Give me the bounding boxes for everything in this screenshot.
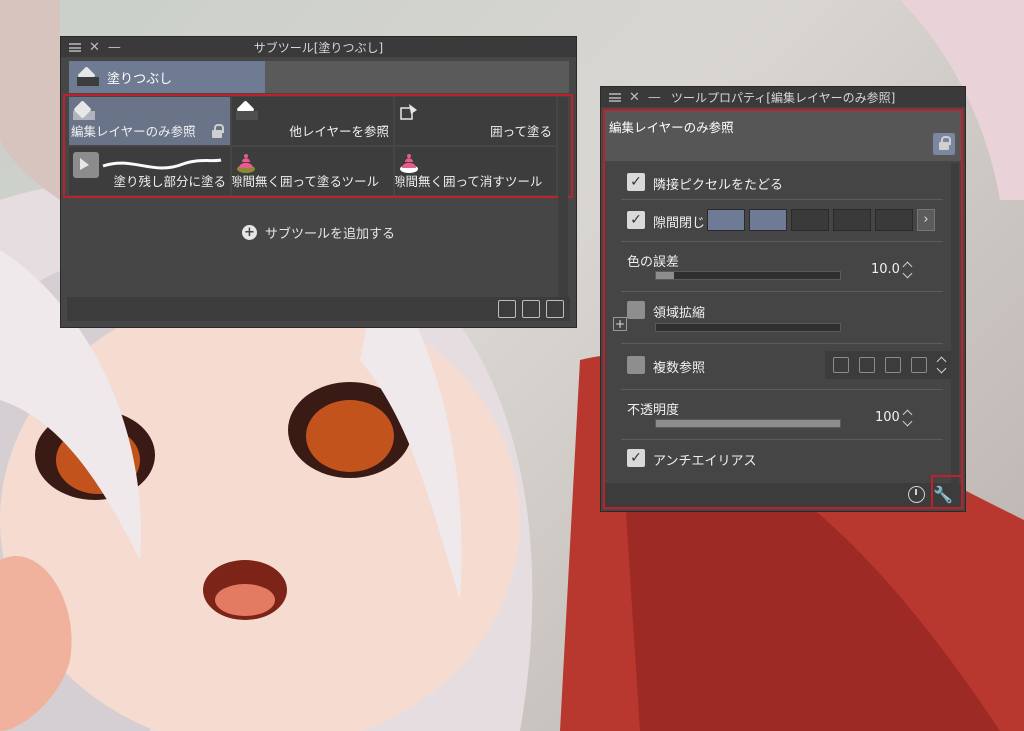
close-gap-level-3[interactable]	[791, 209, 829, 231]
subtool-item-fill-unpainted[interactable]: 塗り残し部分に塗る	[69, 147, 230, 195]
subtool-footer	[67, 297, 570, 321]
close-gap-label: 隙間閉じ	[653, 216, 706, 231]
expand-plus-icon[interactable]: +	[613, 317, 627, 331]
divider	[621, 343, 943, 344]
subtool-grid: 編集レイヤーのみ参照 他レイヤーを参照 囲って塗る 塗り残し部分に塗る 隙間無く…	[69, 97, 569, 197]
divider	[621, 439, 943, 440]
lock-icon	[939, 136, 951, 150]
spin-arrows-icon[interactable]	[937, 356, 947, 374]
reference-target-buttons	[825, 351, 957, 379]
selected-layers-icon[interactable]	[885, 357, 901, 373]
tool-property-title: ツールプロパティ[編集レイヤーのみ参照]	[671, 90, 896, 105]
subtool-panel: ✕ — サブツール[塗りつぶし] 塗りつぶし 編集レイヤーのみ参照 他レイヤーを…	[60, 36, 577, 328]
tool-property-scrollbar[interactable]	[951, 163, 959, 483]
tool-property-body: ✓ 隣接ピクセルをたどる ✓ 隙間閉じ › 色の誤差 10.0 + 領域拡縮 複…	[605, 163, 957, 483]
close-gap-row: ✓ 隙間閉じ ›	[627, 209, 939, 233]
subtool-titlebar[interactable]: ✕ — サブツール[塗りつぶし]	[61, 37, 576, 57]
menu-icon[interactable]	[69, 42, 81, 52]
minimize-icon[interactable]: —	[648, 90, 661, 105]
add-subtool-button[interactable]: + サブツールを追加する	[61, 223, 576, 242]
adjacent-pixels-checkbox[interactable]: ✓	[627, 173, 645, 191]
area-scaling-row: 領域拡縮	[627, 301, 939, 335]
area-scaling-slider[interactable]	[655, 323, 841, 332]
antialiasing-checkbox[interactable]: ✓	[627, 449, 645, 467]
opacity-value[interactable]: 100	[875, 410, 900, 425]
subtool-item-label: 他レイヤーを参照	[289, 124, 389, 139]
lock-icon	[212, 124, 224, 138]
subtool-item-label: 編集レイヤーのみ参照	[71, 124, 196, 139]
opacity-row: 不透明度 100	[627, 399, 939, 433]
paint-bucket-icon	[73, 102, 95, 120]
subtool-item-label: 塗り残し部分に塗る	[113, 174, 226, 189]
subtool-scrollbar[interactable]	[558, 97, 568, 297]
layers-icon[interactable]	[833, 357, 849, 373]
adjacent-pixels-row: ✓ 隣接ピクセルをたどる	[627, 173, 939, 193]
lock-button[interactable]	[933, 133, 955, 155]
color-tolerance-row: 色の誤差 10.0	[627, 251, 939, 285]
tool-property-titlebar[interactable]: ✕ — ツールプロパティ[編集レイヤーのみ参照]	[601, 87, 965, 107]
tool-name: 編集レイヤーのみ参照	[609, 120, 734, 135]
subtool-item-refer-other-layers[interactable]: 他レイヤーを参照	[232, 97, 393, 145]
tool-property-panel: ✕ — ツールプロパティ[編集レイヤーのみ参照] 編集レイヤーのみ参照 ✓ 隣接…	[600, 86, 966, 512]
antialiasing-row: ✓ アンチエイリアス	[627, 449, 939, 469]
duplicate-icon[interactable]	[522, 300, 540, 318]
divider	[621, 241, 943, 242]
menu-icon[interactable]	[609, 92, 621, 102]
subtool-group-label: 塗りつぶし	[107, 71, 173, 87]
wrench-icon[interactable]: 🔧	[933, 485, 953, 505]
divider	[621, 291, 943, 292]
close-gap-checkbox[interactable]: ✓	[627, 211, 645, 229]
spin-arrows-icon[interactable]	[903, 409, 913, 427]
subtool-item-label: 隙間無く囲って塗るツール	[232, 174, 380, 189]
minimize-icon[interactable]: —	[108, 40, 121, 55]
subtool-item-label: 隙間無く囲って消すツール	[395, 174, 543, 189]
folder-icon[interactable]	[911, 357, 927, 373]
color-tolerance-value[interactable]: 10.0	[871, 262, 900, 277]
close-gap-level-4[interactable]	[833, 209, 871, 231]
subtool-group-tab[interactable]: 塗りつぶし	[69, 61, 265, 93]
divider	[621, 199, 943, 200]
subtool-item-enclose-fill[interactable]: 囲って塗る	[395, 97, 556, 145]
add-subtool-label: サブツールを追加する	[264, 227, 395, 242]
spin-arrows-icon[interactable]	[903, 261, 913, 279]
lasso-fill-icon	[400, 104, 417, 120]
adjacent-pixels-label: 隣接ピクセルをたどる	[653, 178, 784, 193]
subtool-panel-title: サブツール[塗りつぶし]	[253, 40, 384, 55]
area-scaling-checkbox[interactable]	[627, 301, 645, 319]
reference-layer-icon[interactable]	[859, 357, 875, 373]
opacity-fill	[656, 420, 840, 427]
opacity-label: 不透明度	[627, 403, 680, 418]
subtool-item-close-gap-erase[interactable]: 隙間無く囲って消すツール	[395, 147, 556, 195]
multi-reference-label: 複数参照	[653, 361, 706, 376]
chevron-right-icon[interactable]: ›	[917, 209, 935, 231]
tool-property-footer: 🔧	[605, 483, 961, 507]
color-tolerance-label: 色の誤差	[627, 255, 680, 270]
close-gap-level-2[interactable]	[749, 209, 787, 231]
antialiasing-label: アンチエイリアス	[653, 454, 757, 469]
subtool-item-label: 囲って塗る	[490, 124, 552, 139]
close-gap-level-1[interactable]	[707, 209, 745, 231]
subtool-item-close-gap-fill[interactable]: 隙間無く囲って塗るツール	[232, 147, 393, 195]
add-circle-icon: +	[241, 225, 257, 240]
trash-icon[interactable]	[546, 300, 564, 318]
paint-bucket-icon	[236, 102, 258, 120]
color-tolerance-slider[interactable]	[655, 271, 841, 280]
close-icon[interactable]: ✕	[629, 90, 640, 105]
paint-bucket-icon	[77, 68, 99, 86]
subtool-item-edit-layer-only[interactable]: 編集レイヤーのみ参照	[69, 97, 230, 145]
subtool-group-bar: 塗りつぶし	[69, 61, 569, 93]
color-tolerance-fill	[656, 272, 675, 279]
divider	[621, 389, 943, 390]
multi-reference-row: 複数参照	[627, 351, 957, 380]
opacity-slider[interactable]	[655, 419, 841, 428]
area-scaling-label: 領域拡縮	[653, 306, 706, 321]
close-gap-level-5[interactable]	[875, 209, 913, 231]
reset-clock-icon[interactable]	[908, 486, 925, 503]
multi-reference-checkbox[interactable]	[627, 356, 645, 374]
close-icon[interactable]: ✕	[89, 40, 100, 55]
import-icon[interactable]	[498, 300, 516, 318]
tool-name-header: 編集レイヤーのみ参照	[605, 111, 961, 161]
